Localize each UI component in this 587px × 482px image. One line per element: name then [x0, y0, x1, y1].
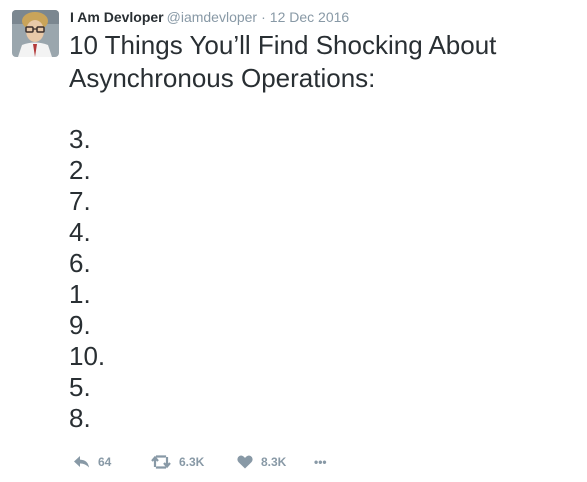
tweet-actions: 64 6.3K 8.3K •••: [73, 452, 327, 472]
avatar[interactable]: [12, 10, 59, 57]
list-item: 8.: [69, 403, 91, 433]
author-handle[interactable]: @iamdevloper: [167, 9, 257, 25]
like-count: 8.3K: [261, 455, 287, 469]
author-name[interactable]: I Am Devloper: [70, 9, 164, 25]
tweet-date[interactable]: 12 Dec 2016: [270, 9, 349, 25]
reply-button[interactable]: 64: [73, 455, 151, 469]
tweet-header: I Am Devloper @iamdevloper · 12 Dec 2016: [70, 8, 349, 26]
tweet-list: 3. 2. 7. 4. 6. 1. 9. 10. 5. 8.: [69, 124, 105, 434]
list-item: 7.: [69, 186, 91, 216]
like-button[interactable]: 8.3K: [237, 455, 314, 469]
retweet-icon: [151, 455, 171, 469]
reply-icon: [74, 456, 89, 468]
tweet: I Am Devloper @iamdevloper · 12 Dec 2016 10…: [0, 0, 587, 482]
more-icon: •••: [314, 455, 327, 469]
separator: ·: [261, 9, 266, 25]
list-item: 5.: [69, 372, 91, 402]
list-item: 4.: [69, 217, 91, 247]
list-item: 6.: [69, 248, 91, 278]
tweet-title: 10 Things You’ll Find Shocking About Asy…: [69, 30, 497, 93]
list-item: 2.: [69, 155, 91, 185]
avatar-image: [12, 10, 59, 57]
list-item: 3.: [69, 124, 91, 154]
list-item: 9.: [69, 310, 91, 340]
list-item: 1.: [69, 279, 91, 309]
more-button[interactable]: •••: [314, 455, 327, 469]
reply-count: 64: [98, 455, 112, 469]
list-item: 10.: [69, 341, 106, 371]
heart-icon: [237, 455, 253, 469]
retweet-button[interactable]: 6.3K: [151, 455, 237, 469]
retweet-count: 6.3K: [179, 455, 205, 469]
